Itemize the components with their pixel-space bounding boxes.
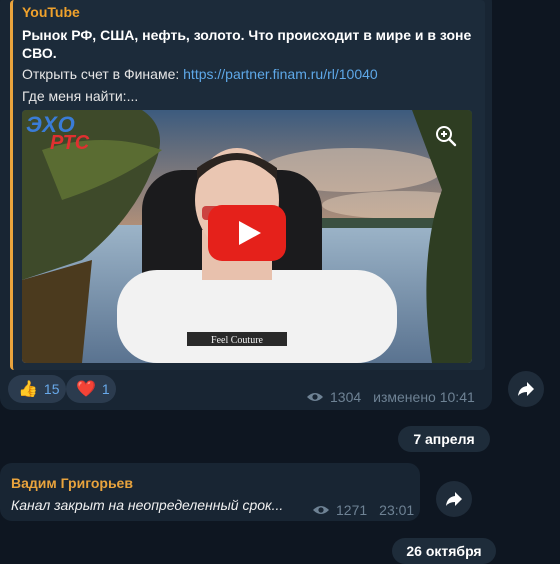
open-account-text: Открыть счет в Финаме:: [22, 66, 184, 82]
channel-logo-bottom: РТС: [50, 132, 90, 154]
message-author[interactable]: Вадим Григорьев: [11, 475, 133, 491]
eye-icon: [313, 506, 329, 514]
message-text: Канал закрыт на неопределенный срок...: [11, 497, 284, 513]
forward-button[interactable]: [436, 481, 472, 517]
zoom-in-icon[interactable]: [434, 124, 458, 148]
reaction-count: 1: [101, 381, 110, 397]
preview-source[interactable]: YouTube: [22, 4, 80, 20]
eye-icon: [307, 393, 323, 401]
reaction-heart[interactable]: ❤️ 1: [66, 375, 116, 403]
date-separator: 7 апреля: [398, 426, 490, 452]
partner-link[interactable]: https://partner.finam.ru/rl/10040: [183, 66, 378, 82]
preview-title[interactable]: Рынок РФ, США, нефть, золото. Что происх…: [22, 26, 477, 62]
forward-button[interactable]: [508, 371, 544, 407]
forward-icon: [518, 382, 534, 396]
post-meta: 1304 изменено 10:41: [306, 389, 475, 405]
video-thumbnail[interactable]: Feel Couture ЭХО РТС: [22, 110, 472, 363]
message-time: 23:01: [379, 502, 415, 518]
message-meta: 1271 23:01: [312, 502, 414, 518]
preview-open-account: Открыть счет в Финаме: https://partner.f…: [22, 66, 378, 82]
play-icon[interactable]: [208, 205, 286, 261]
preview-where: Где меня найти:...: [22, 88, 139, 104]
shirt-print: Feel Couture: [211, 335, 263, 346]
date-separator: 26 октября: [392, 538, 496, 564]
view-count: 1304: [330, 389, 362, 405]
reaction-like[interactable]: 👍 15: [8, 375, 66, 403]
thumbs-up-icon: 👍: [18, 381, 38, 398]
edited-label: изменено 10:41: [373, 389, 475, 405]
forward-icon: [446, 492, 462, 506]
heart-icon: ❤️: [76, 381, 96, 398]
reaction-count: 15: [43, 381, 60, 397]
view-count: 1271: [336, 502, 368, 518]
